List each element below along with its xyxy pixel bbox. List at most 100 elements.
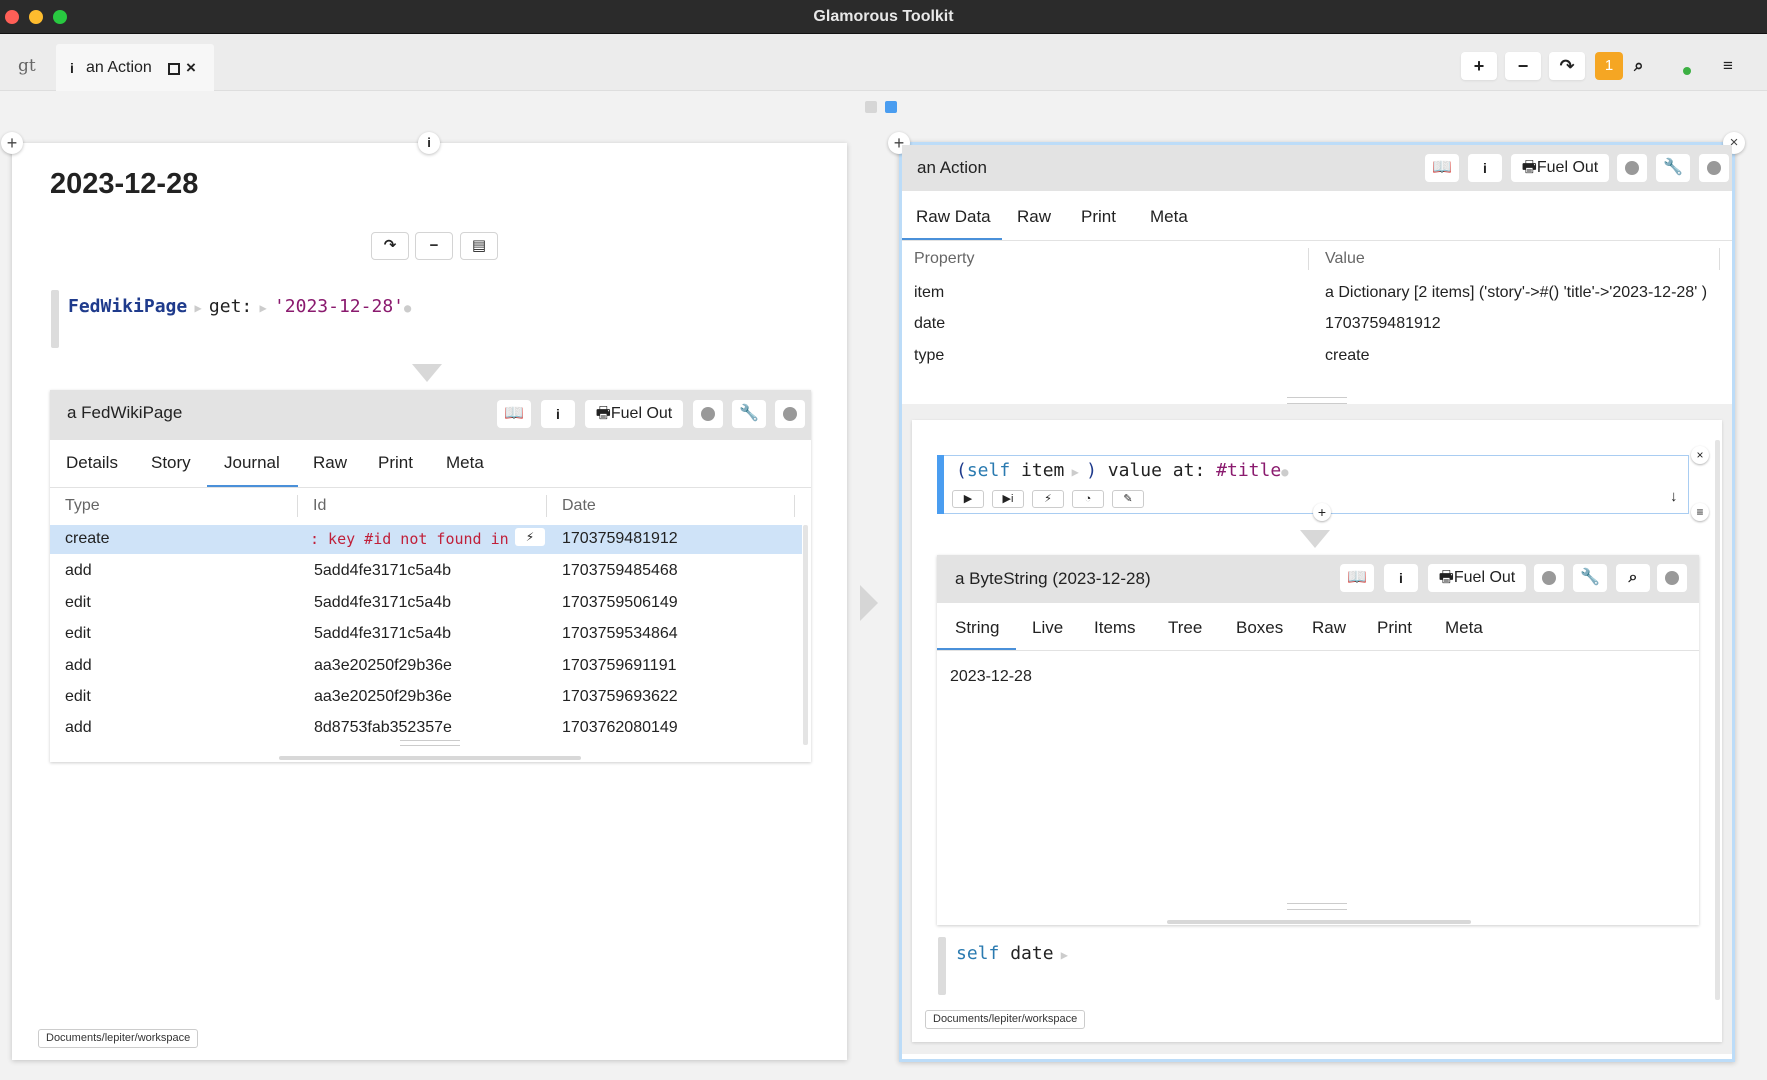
- tab-print[interactable]: Print: [1081, 207, 1116, 227]
- window-titlebar: Glamorous Toolkit: [0, 0, 1767, 34]
- code-snippet-2[interactable]: self date ▶: [956, 943, 1068, 964]
- expand-triangle-icon[interactable]: [412, 364, 442, 382]
- download-icon[interactable]: ↓: [1670, 488, 1678, 505]
- inspector-title: a FedWikiPage: [67, 403, 183, 422]
- tab-journal[interactable]: Journal: [224, 453, 280, 473]
- code-snippet[interactable]: FedWikiPage ▶ get: ▶ '2023-12-28'●: [68, 296, 411, 317]
- column-header-date[interactable]: Date: [562, 497, 596, 515]
- column-header-property[interactable]: Property: [914, 250, 974, 268]
- tab-meta[interactable]: Meta: [1445, 618, 1483, 638]
- tab-string[interactable]: String: [955, 618, 999, 638]
- info-icon[interactable]: i: [418, 132, 440, 154]
- horizontal-scrollbar[interactable]: [279, 756, 581, 760]
- printer-icon: 🖶: [1438, 569, 1454, 586]
- tab-print[interactable]: Print: [378, 453, 413, 473]
- tab-meta[interactable]: Meta: [446, 453, 484, 473]
- play-inspect-icon[interactable]: ▶i: [992, 490, 1024, 508]
- gt-logo[interactable]: gt: [18, 56, 36, 76]
- editor-action-bar: ▶ ▶i ⚡ ◔ ✎: [952, 490, 1152, 510]
- tab-live[interactable]: Live: [1032, 618, 1063, 638]
- info-icon[interactable]: i: [1468, 154, 1502, 182]
- clipboard-icon[interactable]: ▤: [460, 232, 498, 260]
- share-arrow-icon[interactable]: ↷: [371, 232, 409, 260]
- menu-icon[interactable]: ≡: [1723, 56, 1733, 76]
- resize-handle[interactable]: [1287, 903, 1347, 910]
- horizontal-scrollbar[interactable]: [1167, 920, 1471, 924]
- tab-raw[interactable]: Raw: [313, 453, 347, 473]
- menu-icon[interactable]: ≡: [1691, 503, 1709, 521]
- tab-raw[interactable]: Raw: [1312, 618, 1346, 638]
- record-icon-2[interactable]: [1699, 154, 1729, 182]
- book-icon[interactable]: 📖: [1425, 154, 1459, 182]
- edit-icon[interactable]: ✎: [1112, 490, 1144, 508]
- record-icon[interactable]: [1534, 564, 1564, 592]
- share-arrow-icon[interactable]: ↷: [1549, 52, 1585, 80]
- add-button[interactable]: +: [1461, 52, 1497, 80]
- fuel-out-button[interactable]: 🖶Fuel Out: [1511, 154, 1609, 182]
- vertical-scrollbar[interactable]: [803, 525, 808, 745]
- search-icon[interactable]: ⌕: [1634, 56, 1644, 76]
- wrench-icon[interactable]: 🔧: [1573, 564, 1607, 592]
- debug-lightning-icon[interactable]: ⚡: [1032, 490, 1064, 508]
- inspector-header: a FedWikiPage 📖 i 🖶Fuel Out 🔧: [50, 390, 811, 440]
- bytestring-inspector: [937, 555, 1699, 925]
- tab-items[interactable]: Items: [1094, 618, 1136, 638]
- wrench-icon[interactable]: 🔧: [1656, 154, 1690, 182]
- book-icon[interactable]: 📖: [497, 400, 531, 428]
- code-receiver: FedWikiPage: [68, 296, 188, 317]
- tab-print[interactable]: Print: [1377, 618, 1412, 638]
- book-icon[interactable]: 📖: [1340, 564, 1374, 592]
- search-icon[interactable]: ⌕: [1616, 564, 1650, 592]
- tab-raw[interactable]: Raw: [1017, 207, 1051, 227]
- add-snippet-icon[interactable]: +: [1313, 503, 1331, 521]
- pager-dot-1[interactable]: [865, 101, 877, 113]
- add-pane-left-icon[interactable]: +: [1, 132, 23, 154]
- tab-tree[interactable]: Tree: [1168, 618, 1202, 638]
- remove-button[interactable]: −: [1505, 52, 1541, 80]
- info-icon: i: [70, 60, 74, 76]
- notification-badge[interactable]: 1: [1595, 52, 1623, 80]
- play-icon[interactable]: ▶: [952, 490, 984, 508]
- maximize-icon[interactable]: [168, 63, 180, 75]
- inspector-title: an Action: [917, 158, 987, 177]
- record-icon[interactable]: [1617, 154, 1647, 182]
- remove-icon[interactable]: −: [415, 232, 453, 260]
- editor-focus-bar: [937, 455, 944, 514]
- workspace-path: Documents/lepiter/workspace: [925, 1010, 1086, 1029]
- fuel-out-button[interactable]: 🖶Fuel Out: [585, 400, 683, 428]
- pager-dot-2[interactable]: [885, 101, 897, 113]
- expand-arrow-icon[interactable]: [860, 585, 878, 621]
- record-icon-2[interactable]: [1657, 564, 1687, 592]
- resize-handle[interactable]: [400, 740, 460, 746]
- record-icon[interactable]: [693, 400, 723, 428]
- string-content: 2023-12-28: [950, 668, 1032, 685]
- action-header: an Action 📖 i 🖶Fuel Out 🔧: [902, 145, 1732, 191]
- fuel-out-button[interactable]: 🖶Fuel Out: [1428, 564, 1526, 592]
- resize-handle[interactable]: [1287, 397, 1347, 404]
- tab-an-action[interactable]: i an Action ×: [56, 44, 214, 91]
- tab-raw-data[interactable]: Raw Data: [916, 207, 991, 227]
- tab-bar: gt i an Action × + − ↷ 1 ⌕ ≡: [0, 34, 1767, 91]
- vertical-scrollbar[interactable]: [1715, 440, 1720, 1000]
- wrench-icon[interactable]: 🔧: [732, 400, 766, 428]
- action-tabs: Raw Data Raw Print Meta: [902, 207, 1732, 237]
- column-header-id[interactable]: Id: [313, 497, 326, 515]
- tab-details[interactable]: Details: [66, 453, 118, 473]
- code-argument: '2023-12-28': [273, 296, 404, 317]
- tab-meta[interactable]: Meta: [1150, 207, 1188, 227]
- column-header-type[interactable]: Type: [65, 497, 100, 515]
- close-editor-icon[interactable]: ×: [1691, 446, 1709, 464]
- status-dot: [1683, 67, 1691, 75]
- close-tab-icon[interactable]: ×: [186, 58, 196, 78]
- info-icon[interactable]: i: [1384, 564, 1418, 592]
- bytestring-header: a ByteString (2023-12-28) 📖 i 🖶Fuel Out …: [937, 555, 1699, 603]
- info-icon[interactable]: i: [541, 400, 575, 428]
- column-header-value[interactable]: Value: [1325, 250, 1365, 268]
- record-icon-2[interactable]: [775, 400, 805, 428]
- tab-story[interactable]: Story: [151, 453, 191, 473]
- debug-lightning-icon[interactable]: ⚡: [515, 528, 545, 546]
- profile-icon[interactable]: ◔: [1072, 490, 1104, 508]
- expand-triangle-icon[interactable]: [1300, 530, 1330, 548]
- tab-boxes[interactable]: Boxes: [1236, 618, 1283, 638]
- code-snippet[interactable]: (self item ▶ ) value at: #title●: [956, 460, 1288, 481]
